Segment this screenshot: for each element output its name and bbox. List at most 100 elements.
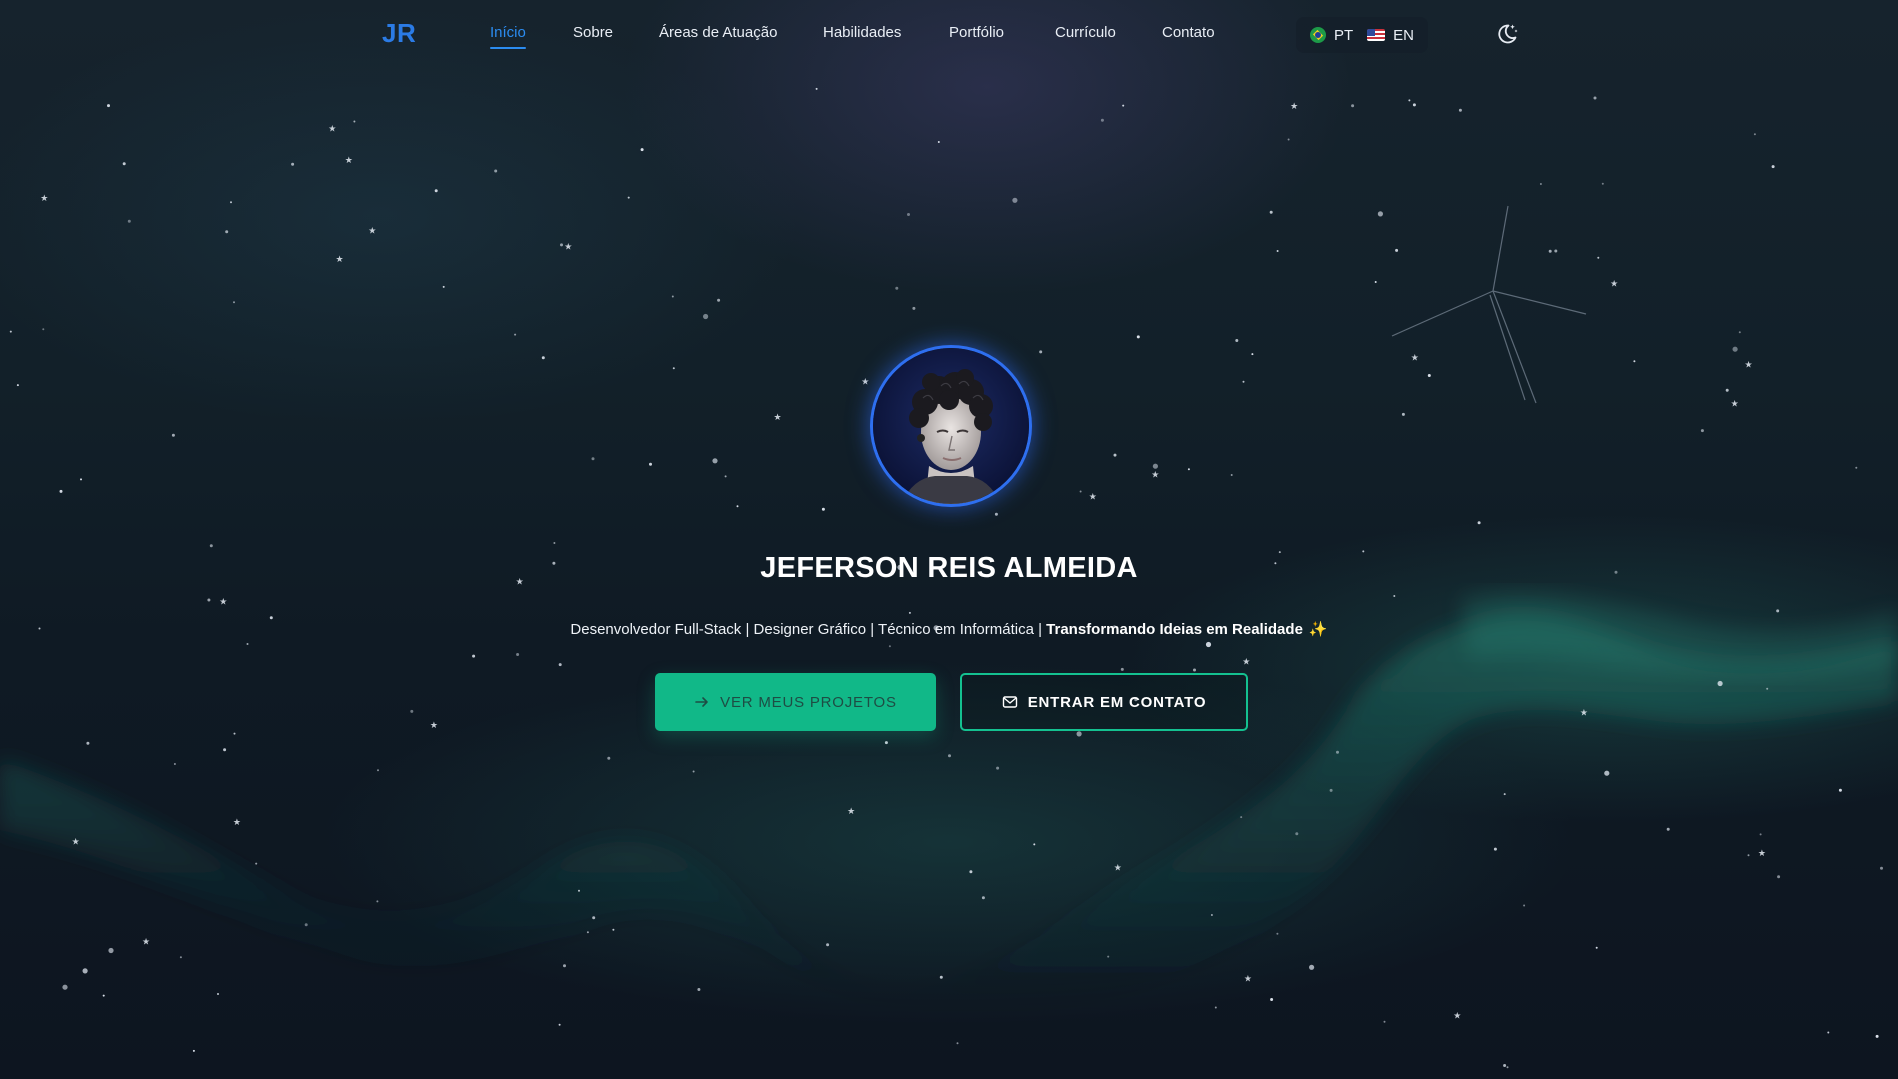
profile-portrait <box>901 369 1001 504</box>
star <box>410 709 414 713</box>
nav-link-portfolio[interactable]: Portfólio <box>949 24 1004 41</box>
star <box>1113 453 1117 457</box>
star-glyph: ★ <box>233 818 241 828</box>
star <box>1230 474 1233 476</box>
star <box>563 964 566 968</box>
star <box>1374 281 1377 283</box>
star <box>246 643 249 645</box>
star <box>937 141 940 143</box>
star <box>895 286 899 290</box>
star <box>1076 731 1082 737</box>
star-glyph: ★ <box>368 227 376 237</box>
star-glyph: ★ <box>1114 863 1122 873</box>
star <box>1240 816 1243 819</box>
star <box>516 653 520 656</box>
theme-toggle-button[interactable] <box>1494 21 1520 47</box>
star <box>1827 1031 1830 1034</box>
contact-button[interactable]: ENTRAR EM CONTATO <box>960 673 1248 731</box>
star-glyph: ★ <box>861 377 869 387</box>
star <box>712 458 718 464</box>
page-root: ★ ★ ★ ★ ★ ★ ★ ★ ★ ★ ★ ★ ★ ★ ★ ★ ★ ★ ★ ★ ★ ★ ★ ★ ★ ★ ★ ★ JR Início S… <box>0 0 1898 1079</box>
view-projects-button[interactable]: VER MEUS PROJETOS <box>655 673 936 731</box>
star <box>703 313 709 320</box>
star <box>1604 770 1610 776</box>
nav-link-inicio[interactable]: Início <box>490 24 526 49</box>
star <box>884 741 888 745</box>
star <box>494 169 498 173</box>
star <box>225 230 229 234</box>
us-flag-icon <box>1367 29 1386 41</box>
star <box>108 947 114 954</box>
tagline-highlight: Transformando Ideias em Realidade <box>1046 621 1303 638</box>
contact-label: ENTRAR EM CONTATO <box>1027 693 1207 711</box>
star <box>560 243 563 247</box>
star <box>1539 183 1542 185</box>
star <box>127 219 131 223</box>
nav-link-contato[interactable]: Contato <box>1162 24 1215 41</box>
star <box>671 295 674 298</box>
star <box>558 1023 561 1026</box>
star <box>1412 103 1416 107</box>
star <box>1383 1020 1386 1023</box>
nav-link-curriculo[interactable]: Currículo <box>1055 24 1116 41</box>
star-glyph: ★ <box>1580 708 1588 718</box>
star <box>1633 360 1636 363</box>
star <box>173 763 176 765</box>
star <box>649 462 652 466</box>
star <box>102 994 105 997</box>
star <box>209 544 213 548</box>
star-glyph: ★ <box>328 125 336 135</box>
star <box>82 968 88 974</box>
star <box>442 285 445 288</box>
star <box>939 975 943 979</box>
star <box>233 301 235 304</box>
star <box>1079 490 1082 493</box>
star-glyph: ★ <box>72 837 80 847</box>
nav-link-habilidades[interactable]: Habilidades <box>823 24 901 41</box>
star <box>376 900 379 903</box>
star <box>1771 165 1775 169</box>
star <box>956 1042 959 1045</box>
star <box>1732 346 1738 352</box>
star <box>815 87 818 90</box>
star <box>1214 1006 1217 1009</box>
star <box>672 367 675 370</box>
star-glyph: ★ <box>1290 102 1298 112</box>
star-glyph: ★ <box>1731 400 1739 410</box>
language-pt[interactable]: PT <box>1334 27 1353 44</box>
star <box>586 931 589 934</box>
star <box>994 512 998 516</box>
star <box>1875 1034 1879 1038</box>
star <box>907 213 910 216</box>
star <box>1187 468 1190 471</box>
star <box>1336 750 1339 754</box>
star <box>1136 335 1140 339</box>
star <box>1554 249 1558 253</box>
language-en[interactable]: EN <box>1393 27 1414 44</box>
star-glyph: ★ <box>847 807 855 817</box>
moon-stars-icon <box>1498 24 1518 44</box>
star <box>16 384 19 387</box>
mail-icon <box>1002 696 1017 708</box>
brazil-flag-icon <box>1310 27 1326 43</box>
star <box>912 306 916 310</box>
star <box>472 654 476 658</box>
star <box>42 328 45 331</box>
star <box>207 598 211 602</box>
star <box>107 104 110 108</box>
star <box>1593 96 1597 100</box>
star <box>1427 374 1431 377</box>
logo[interactable]: JR <box>382 18 416 49</box>
star <box>1753 133 1756 136</box>
star <box>612 928 615 931</box>
star <box>1523 904 1526 907</box>
star-glyph: ★ <box>1151 470 1159 480</box>
star <box>1503 793 1506 796</box>
star <box>821 507 825 511</box>
hero-tagline: Desenvolvedor Full-Stack | Designer Gráf… <box>0 620 1898 638</box>
nav-link-areas[interactable]: Áreas de Atuação <box>659 24 777 41</box>
nav-link-sobre[interactable]: Sobre <box>573 24 613 41</box>
star <box>1270 998 1274 1001</box>
star <box>1251 353 1254 356</box>
star <box>578 889 580 892</box>
